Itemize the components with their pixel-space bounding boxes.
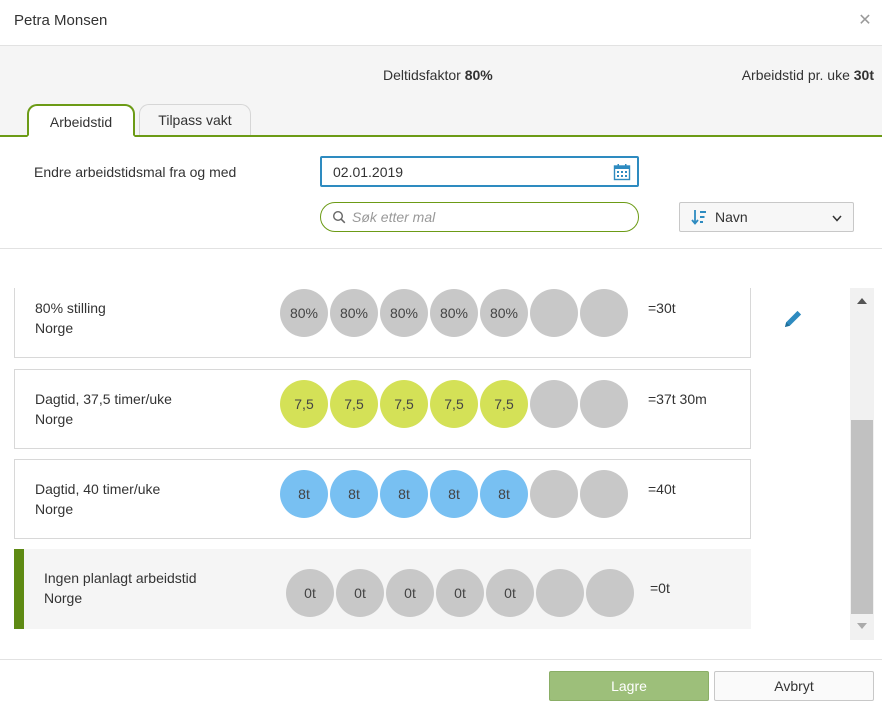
day-circle: 0t: [386, 569, 434, 617]
deltidsfaktor-label: Deltidsfaktor: [383, 67, 465, 83]
date-input[interactable]: 02.01.2019: [320, 156, 639, 187]
arbeidstid-value: 30t: [853, 67, 874, 83]
dialog-header: Petra Monsen ✕: [0, 0, 882, 46]
template-total: =30t: [648, 300, 676, 316]
template-card-dagtid-40[interactable]: Dagtid, 40 timer/uke Norge 8t 8t 8t 8t 8t =4…: [14, 459, 751, 539]
day-circle: 7,5: [280, 380, 328, 428]
arbeidstid-info: Arbeidstid pr. uke 30t: [742, 67, 874, 83]
day-circle: [536, 569, 584, 617]
sort-label: Navn: [715, 209, 748, 225]
template-total: =40t: [648, 481, 676, 497]
day-circle: 8t: [480, 470, 528, 518]
calendar-icon[interactable]: [613, 163, 631, 181]
day-circle: 7,5: [380, 380, 428, 428]
tab-arbeidstid[interactable]: Arbeidstid: [27, 104, 135, 137]
template-region: Norge: [44, 590, 83, 606]
template-card-ingen-planlagt[interactable]: Ingen planlagt arbeidstid Norge 0t 0t 0t 0t…: [14, 549, 751, 629]
info-bar: Deltidsfaktor 80% Arbeidstid pr. uke 30t…: [0, 46, 882, 137]
day-circle: [580, 470, 628, 518]
template-title: Dagtid, 37,5 timer/uke: [35, 391, 172, 407]
arbeidstid-label: Arbeidstid pr. uke: [741, 67, 854, 83]
day-circle: [530, 380, 578, 428]
template-region: Norge: [35, 411, 74, 427]
close-icon[interactable]: ✕: [856, 12, 874, 30]
template-name: Dagtid, 40 timer/uke Norge: [35, 479, 160, 519]
selected-indicator: [14, 549, 24, 629]
template-name: Dagtid, 37,5 timer/uke Norge: [35, 389, 172, 429]
divider: [0, 248, 882, 249]
template-name: Ingen planlagt arbeidstid Norge: [44, 568, 197, 608]
day-circle: [580, 380, 628, 428]
cancel-button[interactable]: Avbryt: [714, 671, 874, 701]
template-search-input[interactable]: Søk etter mal: [320, 202, 639, 232]
template-title: Dagtid, 40 timer/uke: [35, 481, 161, 497]
template-title: 80% stilling: [35, 300, 106, 316]
day-circle: 7,5: [480, 380, 528, 428]
day-circle: 8t: [330, 470, 378, 518]
deltidsfaktor-info: Deltidsfaktor 80%: [383, 67, 493, 83]
template-title: Ingen planlagt arbeidstid: [44, 570, 197, 586]
template-card-80-stilling[interactable]: 80% stilling Norge 80% 80% 80% 80% 80% =30t: [14, 288, 751, 358]
chevron-down-icon: [832, 215, 842, 222]
day-circle: 8t: [430, 470, 478, 518]
template-total: =37t 30m: [648, 391, 707, 407]
day-circle: 80%: [480, 289, 528, 337]
day-circle: [586, 569, 634, 617]
tab-tilpass-vakt[interactable]: Tilpass vakt: [139, 104, 251, 135]
template-card-dagtid-37-5[interactable]: Dagtid, 37,5 timer/uke Norge 7,5 7,5 7,5 7,…: [14, 369, 751, 449]
scroll-up-arrow-icon[interactable]: [856, 296, 868, 306]
dialog-title: Petra Monsen: [14, 12, 108, 29]
day-circle: [530, 470, 578, 518]
scroll-down-arrow-icon[interactable]: [856, 621, 868, 631]
template-total: =0t: [650, 580, 670, 596]
search-placeholder: Søk etter mal: [352, 209, 436, 225]
sort-icon: [691, 210, 706, 225]
day-circle: 8t: [280, 470, 328, 518]
day-circle: 0t: [486, 569, 534, 617]
template-region: Norge: [35, 501, 74, 517]
template-list: 80% stilling Norge 80% 80% 80% 80% 80% =30t …: [0, 288, 850, 640]
day-circle: 0t: [436, 569, 484, 617]
day-circle: 7,5: [430, 380, 478, 428]
day-circle: 80%: [280, 289, 328, 337]
day-circle: 8t: [380, 470, 428, 518]
sort-dropdown[interactable]: Navn: [679, 202, 854, 232]
date-value: 02.01.2019: [333, 164, 404, 180]
day-circle: 80%: [330, 289, 378, 337]
day-circle: 0t: [286, 569, 334, 617]
scrollbar[interactable]: [850, 288, 874, 640]
save-button[interactable]: Lagre: [549, 671, 709, 701]
day-circle: 7,5: [330, 380, 378, 428]
scrollbar-thumb[interactable]: [851, 420, 873, 614]
template-region: Norge: [35, 320, 74, 336]
day-circle: [530, 289, 578, 337]
footer-divider: [0, 659, 882, 660]
day-circle: 80%: [430, 289, 478, 337]
day-circle: [580, 289, 628, 337]
template-name: 80% stilling Norge: [35, 298, 106, 338]
search-icon: [332, 210, 346, 224]
day-circle: 0t: [336, 569, 384, 617]
pencil-icon[interactable]: [782, 308, 804, 330]
date-field-label: Endre arbeidstidsmal fra og med: [34, 164, 237, 180]
day-circle: 80%: [380, 289, 428, 337]
deltidsfaktor-value: 80%: [464, 67, 493, 83]
